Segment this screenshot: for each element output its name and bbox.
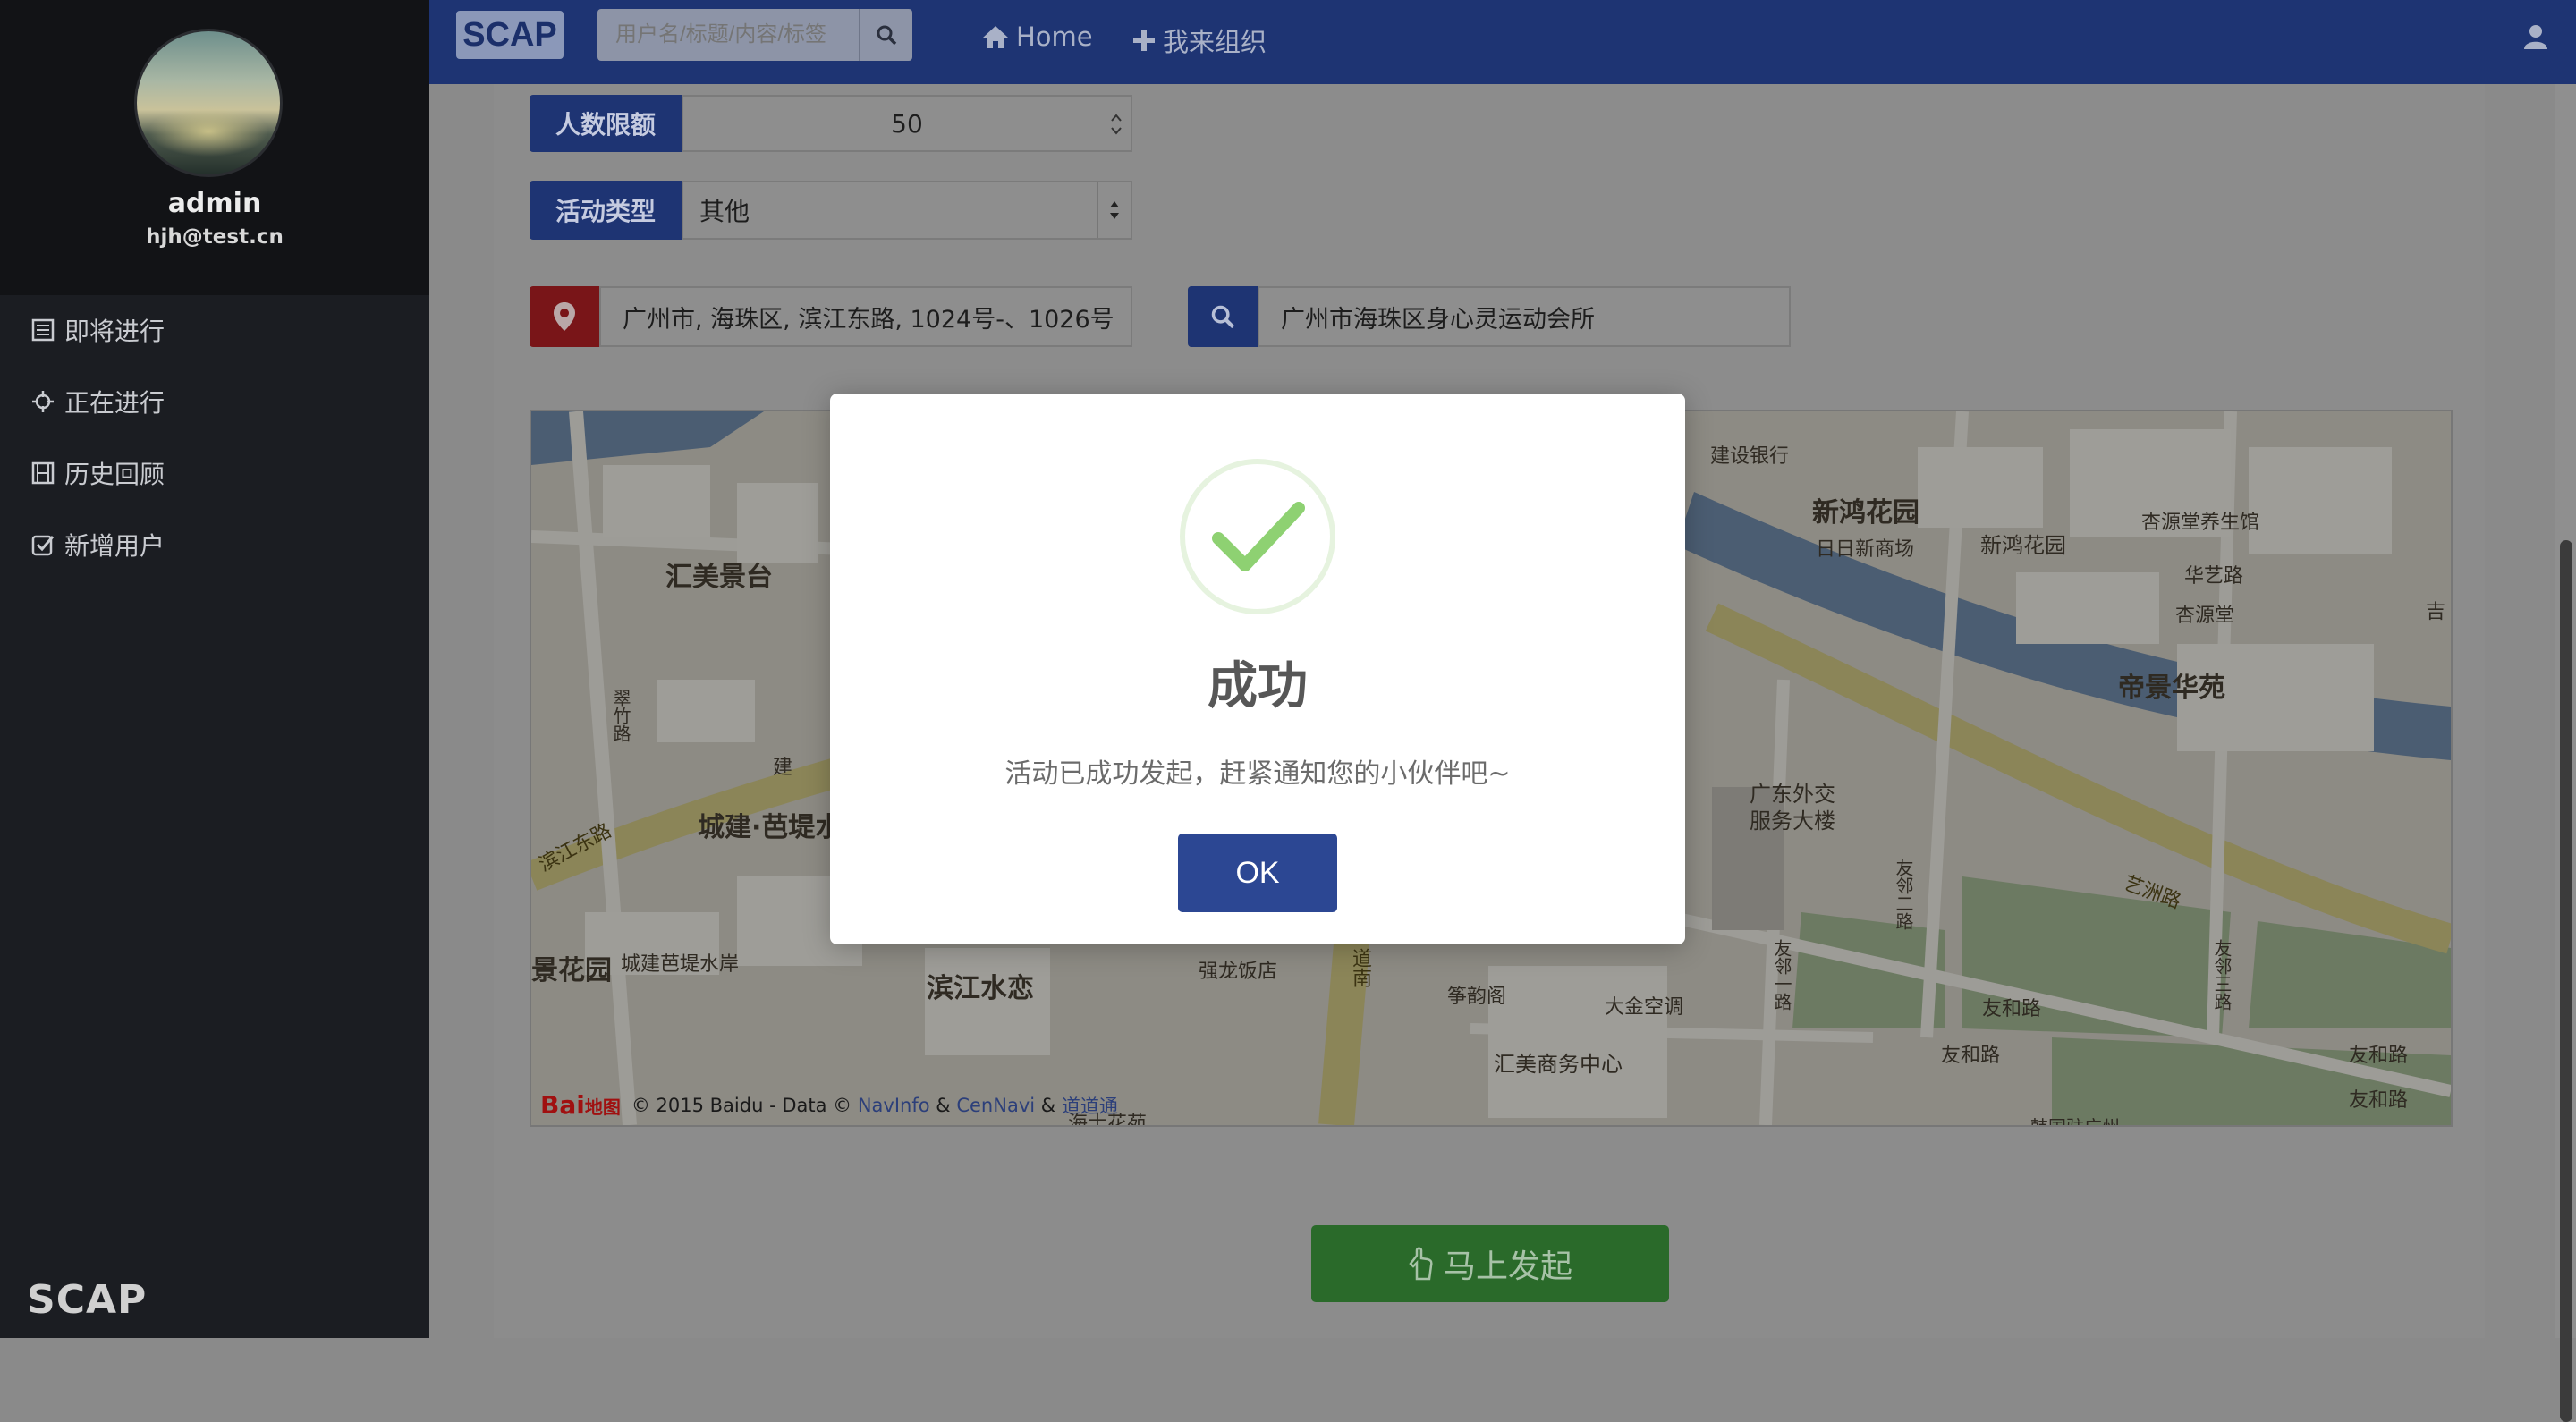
stepper-arrows-icon [1111,114,1122,135]
sidebar-item-history[interactable]: 历史回顾 [30,451,165,495]
place-search-addon[interactable] [1188,286,1258,347]
avatar[interactable] [134,29,283,177]
place-search-input[interactable]: 广州市海珠区身心灵运动会所 [1258,286,1791,347]
map-copyright: Bai地图 © 2015 Baidu - Data © NavInfo & Ce… [540,1090,1118,1120]
logo[interactable]: SCAP [456,11,564,59]
cennavi-link[interactable]: CenNavi [956,1095,1035,1116]
map-label: 滨江水恋 [927,973,1034,1004]
map-marker-icon [554,302,575,331]
updown-icon [1110,201,1119,219]
scrollbar-thumb[interactable] [2560,540,2572,1422]
map-label: 汇美景台 [665,562,773,593]
search-button[interactable] [859,9,912,61]
map-label: 新鸿花园 [1812,497,1919,529]
home-label: Home [1016,21,1093,52]
address-field[interactable]: 广州市, 海珠区, 滨江东路, 1024号-、1026号 [599,286,1132,347]
select-arrows [1097,182,1131,238]
location-pin-addon [530,286,599,347]
profile-card: admin hjh@test.cn [0,0,429,295]
map-label: 建 [773,757,793,779]
map-label: 韩国驻广州 [2030,1116,2120,1127]
sidebar-item-upcoming[interactable]: 即将进行 [30,308,165,352]
copyright-amp: & [1040,1094,1056,1116]
capacity-stepper[interactable]: 50 [682,95,1132,152]
map-label: 帝景华苑 [2118,673,2225,704]
map-label: 友邻三路 [2211,939,2233,1011]
map-label: 友邻一路 [1771,939,1792,1011]
map-label: 杏源堂养生馆 [2141,512,2260,534]
navinfo-link[interactable]: NavInfo [858,1095,930,1116]
map-label: 大金空调 [1605,996,1684,1019]
dialog-title: 成功 [1208,657,1308,715]
crosshair-icon [30,389,55,414]
map-label: 友和路 [2349,1089,2409,1112]
map-label: 城建·芭堤水 [698,812,843,843]
home-link[interactable]: Home [982,21,1093,52]
sidebar-item-add-user[interactable]: 新增用户 [30,522,165,567]
brand-footer: SCAP [27,1277,148,1323]
search-input[interactable] [597,9,859,61]
copyright-amp: & [936,1094,951,1116]
map-label: 友邻二路 [1893,859,1914,930]
sidebar-item-label: 即将进行 [64,317,165,346]
plus-icon [1133,30,1155,51]
launch-button[interactable]: 马上发起 [1311,1225,1669,1302]
map-label: 道南 [1349,948,1371,987]
list-icon [30,317,55,343]
map-label: 吉 [2426,601,2446,623]
success-check-icon [1180,459,1335,614]
sidebar-item-label: 历史回顾 [64,460,165,489]
map-label: 友和路 [2349,1045,2409,1067]
organize-label: 我来组织 [1163,27,1267,57]
address-value: 广州市, 海珠区, 滨江东路, 1024号-、1026号 [623,305,1114,334]
search-icon [1211,305,1235,329]
check-square-icon [30,532,55,557]
user-icon [2524,25,2547,49]
map-label: 友和路 [1982,998,2042,1020]
user-menu[interactable] [2522,23,2549,54]
sidebar-item-ongoing[interactable]: 正在进行 [30,379,165,424]
map-label: 友和路 [1941,1045,2001,1067]
map-label: 建设银行 [1710,445,1790,468]
baidu-logo: Bai地图 [540,1090,621,1120]
type-select[interactable]: 其他 [682,181,1132,240]
sidebar-item-label: 正在进行 [64,388,165,418]
launch-label: 马上发起 [1443,1248,1572,1285]
map-label: 翠竹路 [610,689,631,742]
dialog-message: 活动已成功发起，赶紧通知您的小伙伴吧~ [1004,758,1511,790]
top-navbar: SCAP Home 我来组织 [429,0,2576,84]
copyright-text: © 2015 Baidu - Data © [631,1094,852,1116]
map-label: 日日新商场 [1816,538,1915,561]
home-icon [983,26,1008,48]
scrollbar[interactable] [2555,84,2576,1422]
capacity-label: 人数限额 [530,95,682,152]
search-icon [877,25,897,46]
user-name: admin [167,188,262,219]
capacity-value: 50 [891,108,923,139]
type-label: 活动类型 [530,181,682,240]
sidebar-item-label: 新增用户 [64,531,165,561]
map-label: 筝韵阁 [1447,986,1507,1008]
success-dialog: 成功 活动已成功发起，赶紧通知您的小伙伴吧~ OK [830,394,1685,944]
map-label: 城建芭堤水岸 [621,953,740,976]
user-email: hjh@test.cn [146,225,284,249]
map-label: 强龙饭店 [1199,961,1278,983]
hand-pointer-icon [1409,1247,1433,1281]
type-value: 其他 [699,197,750,226]
map-label: 新鸿花园 [1980,533,2066,558]
map-label: 杏源堂 [2175,605,2235,627]
map-label: 景花园 [531,955,612,986]
place-value: 广州市海珠区身心灵运动会所 [1281,305,1595,334]
organize-link[interactable]: 我来组织 [1132,21,1267,59]
sidebar: admin hjh@test.cn 即将进行 正在进行 历史回顾 新增用户 SC… [0,0,429,1338]
ok-button[interactable]: OK [1178,834,1337,912]
daotong-link[interactable]: 道道通 [1062,1092,1118,1119]
map-label: 汇美商务中心 [1494,1052,1623,1077]
map-label: 华艺路 [2184,565,2244,588]
map-label: 服务大楼 [1750,808,1835,834]
film-icon [30,461,55,486]
